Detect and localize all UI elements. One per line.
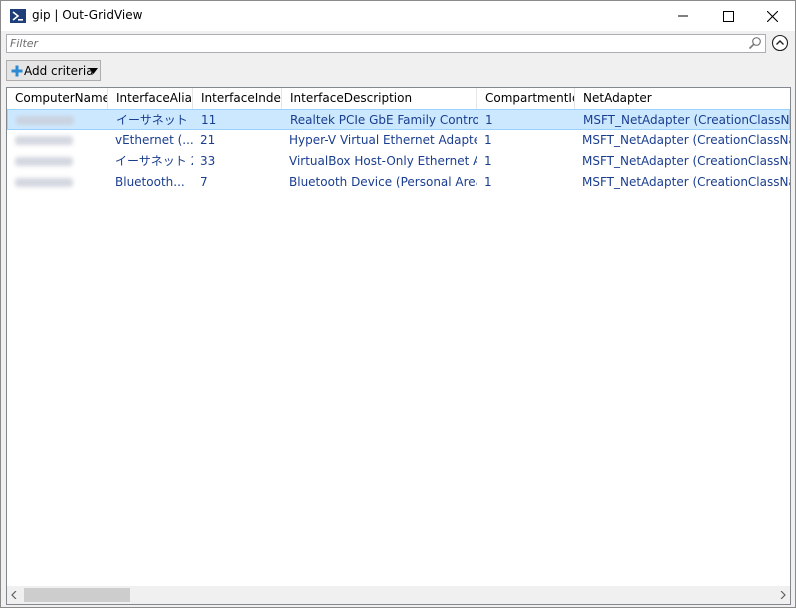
column-header-compartmentid[interactable]: CompartmentId: [477, 88, 575, 109]
add-criteria-label: Add criteria: [24, 64, 94, 78]
data-grid[interactable]: ComputerName InterfaceAlias InterfaceInd…: [6, 87, 791, 605]
title-bar[interactable]: gip | Out-GridView: [1, 1, 795, 31]
cell-interfacealias: イーサネット 2: [115, 154, 193, 168]
minimize-button[interactable]: [660, 1, 706, 31]
cell-compartmentid: 1: [484, 175, 492, 189]
cell-computername: [8, 110, 109, 131]
filter-input[interactable]: [10, 35, 740, 52]
table-row[interactable]: イーサネット 2 33 VirtualBox Host-Only Etherne…: [7, 151, 790, 172]
cell-interfacedescription: Hyper-V Virtual Ethernet Adapter: [289, 133, 477, 147]
close-icon: [766, 10, 778, 22]
redacted-value: [15, 178, 73, 187]
column-header-interfaceindex[interactable]: InterfaceIndex: [193, 88, 282, 109]
cell-interfaceindex: 7: [200, 175, 208, 189]
column-header-netadapter[interactable]: NetAdapter: [575, 88, 790, 109]
column-header-interfacealias[interactable]: InterfaceAlias: [108, 88, 193, 109]
cell-netadapter: MSFT_NetAdapter (CreationClassName: [582, 175, 790, 189]
column-header-computername[interactable]: ComputerName: [7, 88, 108, 109]
redacted-value: [15, 136, 73, 145]
filter-box[interactable]: [6, 34, 766, 53]
scrollbar-thumb[interactable]: [24, 588, 130, 602]
cell-interfacealias: Bluetooth...: [115, 175, 185, 189]
add-criteria-button[interactable]: Add criteria: [6, 60, 101, 81]
cell-netadapter: MSFT_NetAdapter (CreationClassName: [583, 113, 790, 127]
redacted-value: [16, 116, 74, 125]
plus-icon: [11, 65, 23, 77]
horizontal-scrollbar[interactable]: [7, 586, 790, 604]
table-row[interactable]: Bluetooth... 7 Bluetooth Device (Persona…: [7, 172, 790, 193]
scroll-left-icon[interactable]: [11, 591, 17, 599]
maximize-icon: [722, 10, 734, 22]
table-row[interactable]: イーサネット 11 Realtek PCIe GbE Family Contro…: [7, 109, 790, 130]
search-icon[interactable]: [748, 36, 762, 50]
redacted-value: [15, 157, 73, 166]
cell-interfacealias: vEthernet (...: [115, 133, 193, 147]
cell-computername: [7, 130, 108, 151]
column-header-interfacedescription[interactable]: InterfaceDescription: [282, 88, 477, 109]
caret-down-icon: [89, 68, 98, 74]
cell-interfacealias: イーサネット: [116, 113, 188, 127]
cell-netadapter: MSFT_NetAdapter (CreationClassName: [582, 133, 790, 147]
cell-compartmentid: 1: [484, 154, 492, 168]
table-row[interactable]: vEthernet (... 21 Hyper-V Virtual Ethern…: [7, 130, 790, 151]
cell-compartmentid: 1: [484, 133, 492, 147]
cell-compartmentid: 1: [485, 113, 493, 127]
out-gridview-window: gip | Out-GridView Filter Add criteria C…: [0, 0, 796, 608]
cell-interfacedescription: VirtualBox Host-Only Ethernet A...: [289, 154, 477, 168]
cell-interfaceindex: 21: [200, 133, 216, 147]
cell-computername: [7, 172, 108, 193]
cell-interfaceindex: 11: [201, 113, 217, 127]
cell-interfacedescription: Realtek PCIe GbE Family Controller: [290, 113, 478, 127]
cell-netadapter: MSFT_NetAdapter (CreationClassName: [582, 154, 790, 168]
cell-computername: [7, 151, 108, 172]
cell-interfaceindex: 33: [200, 154, 216, 168]
cell-interfacedescription: Bluetooth Device (Personal Area...: [289, 175, 477, 189]
collapse-up-icon[interactable]: [771, 34, 789, 52]
scroll-right-icon[interactable]: [780, 591, 786, 599]
maximize-button[interactable]: [705, 1, 751, 31]
minimize-icon: [678, 15, 688, 17]
close-button[interactable]: [749, 1, 795, 31]
powershell-icon: [10, 9, 26, 23]
grid-header: ComputerName InterfaceAlias InterfaceInd…: [7, 88, 790, 110]
window-title: gip | Out-GridView: [32, 8, 143, 22]
